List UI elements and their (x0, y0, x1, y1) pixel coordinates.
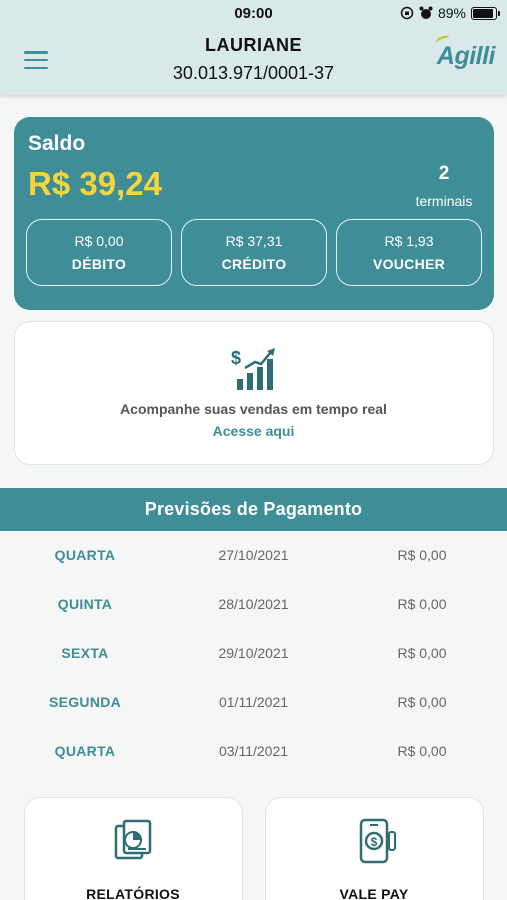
debit-value: R$ 0,00 (74, 233, 124, 249)
terminals-label: terminais (415, 193, 473, 209)
balance-label: Saldo (28, 132, 86, 155)
forecast-row: QUINTA 28/10/2021 R$ 0,00 (0, 580, 507, 629)
merchant-name: LAURIANE (205, 35, 302, 55)
voucher-label: VOUCHER (372, 256, 446, 272)
voucher-button[interactable]: R$ 1,93 VOUCHER (336, 219, 482, 286)
app-header: LAURIANE 30.013.971/0001-37 Agilli (0, 28, 507, 95)
vale-pay-label: VALE PAY (339, 886, 409, 900)
forecast-day: SEXTA (61, 645, 109, 661)
credit-label: CRÉDITO (221, 256, 287, 272)
alarm-icon (419, 6, 433, 19)
agilli-logo: Agilli (434, 33, 496, 71)
battery-icon (471, 6, 500, 20)
forecast-date: 28/10/2021 (218, 596, 289, 612)
forecast-date: 29/10/2021 (218, 645, 289, 661)
forecast-value: R$ 0,00 (397, 547, 447, 563)
reports-icon (114, 819, 152, 860)
phone-payment-icon: $ (359, 818, 396, 864)
credit-value: R$ 37,31 (225, 233, 283, 249)
debit-button[interactable]: R$ 0,00 DÉBITO (26, 219, 172, 286)
voucher-value: R$ 1,93 (384, 233, 434, 249)
debit-label: DÉBITO (71, 256, 127, 272)
forecast-date: 01/11/2021 (218, 694, 289, 710)
realtime-link[interactable]: Acesse aqui (15, 423, 492, 439)
svg-text:$: $ (371, 835, 378, 849)
forecast-title: Previsões de Pagamento (0, 488, 507, 531)
forecast-day: SEGUNDA (48, 694, 122, 710)
forecast-value: R$ 0,00 (397, 743, 447, 759)
merchant-document: 30.013.971/0001-37 (172, 63, 335, 83)
balance-card: Saldo R$ 39,24 2 terminais R$ 0,00 DÉBIT… (14, 117, 494, 310)
forecast-value: R$ 0,00 (397, 596, 447, 612)
sales-growth-icon: $ (231, 348, 275, 390)
forecast-day: QUINTA (57, 596, 113, 612)
terminals-count: 2 (438, 163, 450, 184)
forecast-date: 03/11/2021 (218, 743, 289, 759)
balance-amount: R$ 39,24 (28, 165, 162, 202)
svg-text:$: $ (231, 348, 241, 368)
vale-pay-tile[interactable]: $ VALE PAY (265, 797, 484, 900)
forecast-day: QUARTA (54, 547, 116, 563)
reports-tile[interactable]: RELATÓRIOS (24, 797, 243, 900)
realtime-sales-card[interactable]: $ Acompanhe suas vendas em tempo real Ac… (14, 321, 494, 465)
forecast-row: SEGUNDA 01/11/2021 R$ 0,00 (0, 678, 507, 727)
forecast-value: R$ 0,00 (397, 645, 447, 661)
status-right: 89% (400, 5, 500, 21)
orientation-lock-icon (400, 6, 414, 20)
reports-label: RELATÓRIOS (86, 886, 180, 900)
forecast-row: QUARTA 03/11/2021 R$ 0,00 (0, 727, 507, 776)
forecast-day: QUARTA (54, 743, 116, 759)
forecast-value: R$ 0,00 (397, 694, 447, 710)
credit-button[interactable]: R$ 37,31 CRÉDITO (181, 219, 327, 286)
forecast-row: SEXTA 29/10/2021 R$ 0,00 (0, 629, 507, 678)
status-bar: 09:00 89% (0, 0, 507, 28)
battery-percent: 89% (437, 5, 466, 21)
forecast-row: QUARTA 27/10/2021 R$ 0,00 (0, 531, 507, 580)
realtime-description: Acompanhe suas vendas em tempo real (120, 401, 387, 417)
forecast-date: 27/10/2021 (218, 547, 289, 563)
